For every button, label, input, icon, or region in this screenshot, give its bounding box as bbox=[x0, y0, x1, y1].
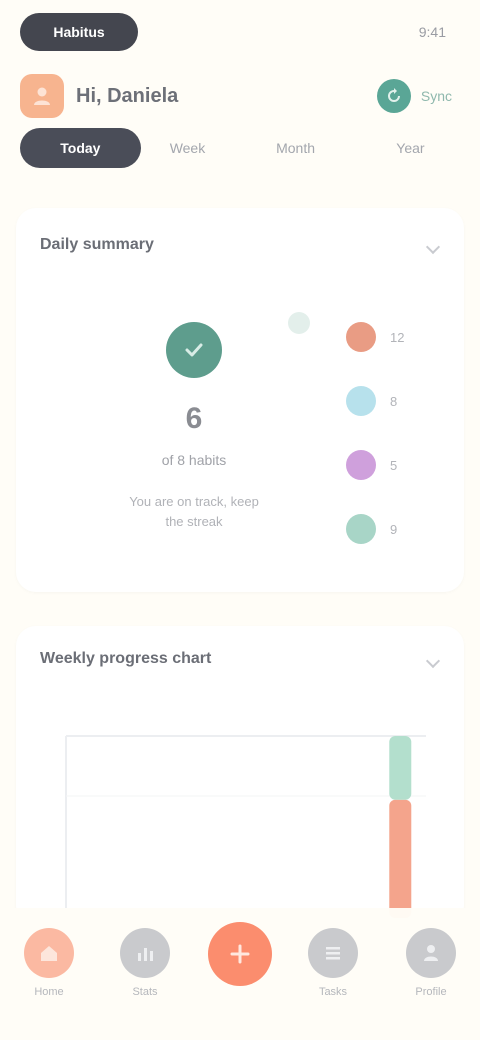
legend-dot-green bbox=[346, 514, 376, 544]
habit-count: 6 bbox=[185, 402, 203, 435]
plus-icon bbox=[230, 944, 250, 964]
chevron-down-icon[interactable] bbox=[424, 240, 442, 258]
nav-home[interactable] bbox=[24, 928, 74, 978]
legend-value: 8 bbox=[390, 393, 398, 409]
summary-card: Daily summary 6 of 8 habits You are on t… bbox=[16, 208, 464, 592]
nav-profile-label: Profile bbox=[415, 986, 447, 998]
profile-row: Hi, Daniela Sync bbox=[20, 72, 460, 120]
nav-stats-label: Stats bbox=[132, 986, 158, 998]
status-time: 9:41 bbox=[418, 24, 446, 40]
chart-bar bbox=[389, 736, 412, 800]
habit-count-label: of 8 habits bbox=[161, 452, 227, 468]
legend-value: 5 bbox=[390, 457, 398, 473]
summary-title: Daily summary bbox=[40, 236, 154, 253]
list-icon bbox=[326, 947, 340, 960]
nav-tasks[interactable] bbox=[308, 928, 358, 978]
legend-item[interactable]: 8 bbox=[346, 384, 446, 418]
stats-icon bbox=[138, 948, 153, 961]
profile-right[interactable]: Sync bbox=[376, 79, 460, 113]
summary-description: You are on track, keep the streak bbox=[129, 494, 259, 529]
trend-card: Weekly progress chart bbox=[16, 626, 464, 926]
legend-value: 9 bbox=[390, 521, 398, 537]
legend-item[interactable]: 5 bbox=[346, 448, 446, 482]
sync-label: Sync bbox=[420, 88, 452, 104]
period-tabs: Today Week Month Year bbox=[20, 128, 464, 168]
legend: 12 8 5 9 bbox=[346, 320, 446, 576]
legend-item[interactable]: 12 bbox=[346, 320, 446, 354]
legend-dot-cyan bbox=[346, 386, 376, 416]
decor-dot bbox=[288, 312, 310, 334]
legend-item[interactable]: 9 bbox=[346, 512, 446, 546]
app-name-pill[interactable]: Habitus bbox=[20, 13, 138, 51]
check-icon bbox=[185, 343, 203, 357]
add-habit-button[interactable] bbox=[208, 922, 272, 986]
person-icon bbox=[424, 945, 438, 961]
user-icon bbox=[34, 87, 50, 105]
bottom-nav: Home Stats Tasks Profile bbox=[0, 908, 480, 1040]
legend-dot-red bbox=[346, 322, 376, 352]
nav-profile[interactable] bbox=[406, 928, 456, 978]
tab-year[interactable]: Year bbox=[357, 128, 464, 168]
nav-home-label: Home bbox=[34, 986, 64, 998]
refresh-icon bbox=[387, 88, 400, 102]
user-greeting: Hi, Daniela bbox=[76, 84, 179, 107]
legend-value: 12 bbox=[390, 329, 405, 345]
tab-today[interactable]: Today bbox=[20, 128, 141, 168]
trend-title: Weekly progress chart bbox=[40, 650, 212, 667]
tab-week[interactable]: Week bbox=[141, 128, 234, 168]
chevron-down-icon[interactable] bbox=[424, 654, 442, 672]
home-icon bbox=[41, 946, 57, 961]
chart-bar bbox=[389, 799, 412, 918]
legend-dot-purple bbox=[346, 450, 376, 480]
sync-icon[interactable] bbox=[376, 79, 411, 113]
tab-month[interactable]: Month bbox=[234, 128, 357, 168]
status-row: Habitus 9:41 bbox=[20, 12, 460, 52]
avatar[interactable] bbox=[20, 74, 64, 118]
profile-left: Hi, Daniela bbox=[20, 74, 178, 118]
badge-icon bbox=[166, 322, 222, 378]
progress-chart bbox=[65, 735, 426, 918]
nav-tasks-label: Tasks bbox=[318, 986, 348, 998]
nav-stats[interactable] bbox=[120, 928, 170, 978]
